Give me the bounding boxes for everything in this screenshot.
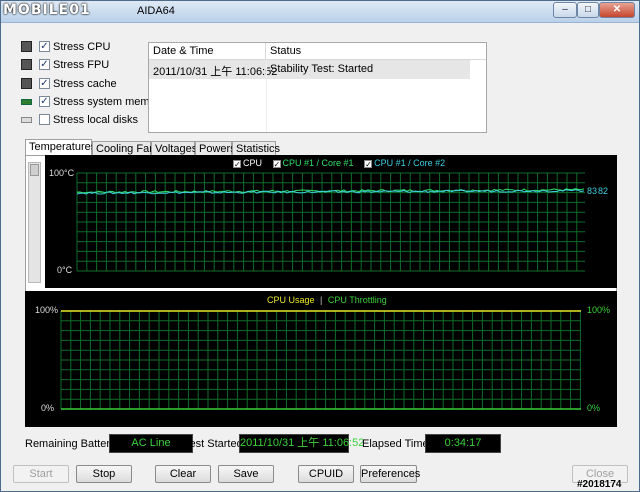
legend-core1-label: CPU #1 / Core #1 — [282, 158, 354, 168]
graph-scrollbar[interactable] — [28, 162, 41, 283]
status-log-table: Date & Time Status 2011/10/31 上午 11:06:5… — [148, 42, 487, 133]
memory-icon — [21, 99, 32, 105]
battery-value: AC Line — [109, 434, 193, 453]
watermark-text: #2018174 — [577, 479, 622, 490]
stress-disks-label: Stress local disks — [53, 114, 138, 126]
maximize-button[interactable]: □ — [577, 2, 599, 18]
disk-icon — [21, 117, 32, 123]
usage-graph-canvas — [60, 310, 581, 410]
usage-axis-left-min: 0% — [41, 403, 55, 413]
usage-axis-left-max: 100% — [35, 305, 59, 315]
tab-statistics[interactable]: Statistics — [232, 141, 280, 156]
elapsed-time-value: 0:34:17 — [425, 434, 501, 453]
stress-cpu-label: Stress CPU — [53, 41, 111, 53]
stress-fpu-checkbox[interactable]: ✓ — [39, 59, 50, 70]
stress-memory-checkbox[interactable]: ✓ — [39, 96, 50, 107]
legend-core2-checkbox[interactable]: ✓ — [364, 159, 373, 168]
stress-cache-checkbox[interactable]: ✓ — [39, 78, 50, 89]
temperature-legend: ✓ CPU ✓ CPU #1 / Core #1 ✓ CPU #1 / Core #2 — [233, 158, 445, 168]
tab-cooling-fans[interactable]: Cooling Fans — [92, 141, 161, 156]
temp-value-1: 83 — [587, 186, 598, 196]
stress-cache-label: Stress cache — [53, 78, 117, 90]
elapsed-time-label: Elapsed Time: — [362, 438, 432, 450]
cpu-icon — [21, 41, 32, 52]
tab-temperatures[interactable]: Temperatures — [25, 139, 96, 156]
temp-value-2: 82 — [598, 186, 609, 196]
table-row[interactable]: 2011/10/31 上午 11:06:52 Stability Test: S… — [149, 60, 470, 79]
column-header-status[interactable]: Status — [266, 43, 486, 60]
cpu-usage-graph: CPU Usage | CPU Throttling 100% 0% 100% … — [25, 291, 617, 427]
column-divider — [266, 60, 267, 132]
temp-axis-max: 100°C — [49, 168, 75, 178]
row-datetime: 2011/10/31 上午 11:06:52 — [153, 66, 278, 78]
usage-legend: CPU Usage | CPU Throttling — [267, 295, 387, 305]
tab-powers[interactable]: Powers — [195, 141, 236, 156]
stress-disks-checkbox[interactable] — [39, 114, 50, 125]
legend-cpu-checkbox[interactable]: ✓ — [233, 159, 241, 168]
fpu-icon — [21, 59, 32, 70]
legend-separator: | — [320, 295, 323, 305]
watermark-logo: MOBILE01 — [3, 2, 91, 18]
battery-label: Remaining Battery: — [25, 438, 119, 450]
start-button[interactable]: Start — [13, 465, 69, 483]
window-title: AIDA64 — [137, 5, 175, 17]
close-window-button[interactable]: ✕ — [599, 2, 635, 18]
column-header-datetime[interactable]: Date & Time — [149, 43, 266, 60]
stress-cpu-option[interactable]: ✓ Stress CPU — [21, 39, 161, 55]
legend-cpu-throttling: CPU Throttling — [327, 295, 387, 305]
legend-core1[interactable]: ✓ CPU #1 / Core #1 — [272, 158, 362, 168]
stress-cache-option[interactable]: ✓ Stress cache — [21, 76, 161, 92]
stress-fpu-label: Stress FPU — [53, 59, 110, 71]
save-button[interactable]: Save — [218, 465, 274, 483]
temp-axis-min: 0°C — [57, 265, 73, 275]
title-bar: MOBILE01 AIDA64 – □ ✕ — [1, 1, 639, 23]
stress-memory-option[interactable]: ✓ Stress system memory — [21, 94, 165, 110]
temperature-graph: ✓ CPU ✓ CPU #1 / Core #1 ✓ CPU #1 / Core #2… — [45, 155, 617, 288]
usage-axis-right-min: 0% — [587, 403, 601, 413]
test-started-value: 2011/10/31 上午 11:06:52 — [239, 434, 364, 453]
legend-core2[interactable]: ✓ CPU #1 / Core #2 — [364, 158, 445, 168]
stress-fpu-option[interactable]: ✓ Stress FPU — [21, 57, 161, 73]
cpuid-button[interactable]: CPUID — [298, 465, 354, 483]
clear-button[interactable]: Clear — [155, 465, 211, 483]
legend-cpu-usage: CPU Usage — [267, 295, 315, 305]
tab-voltages[interactable]: Voltages — [151, 141, 197, 156]
test-started-label: Test Started: — [184, 438, 246, 450]
legend-cpu[interactable]: ✓ CPU — [233, 158, 270, 168]
usage-axis-right-max: 100% — [587, 305, 611, 315]
legend-core1-checkbox[interactable]: ✓ — [272, 159, 281, 168]
aida64-stability-window: MOBILE01 AIDA64 – □ ✕ ✓ Stress CPU ✓ Str… — [0, 0, 640, 492]
row-status: Stability Test: Started — [270, 63, 374, 75]
stop-button[interactable]: Stop — [76, 465, 132, 483]
status-bar: Remaining Battery: AC Line Test Started:… — [25, 434, 625, 454]
preferences-button[interactable]: Preferences — [360, 465, 420, 483]
stress-disks-option[interactable]: Stress local disks — [21, 112, 161, 128]
scroll-thumb[interactable] — [30, 164, 39, 176]
cache-icon — [21, 78, 32, 89]
legend-cpu-label: CPU — [243, 158, 263, 168]
stress-cpu-checkbox[interactable]: ✓ — [39, 41, 50, 52]
temperature-graph-canvas — [76, 172, 585, 272]
minimize-button[interactable]: – — [553, 2, 577, 18]
legend-core2-label: CPU #1 / Core #2 — [374, 158, 446, 168]
